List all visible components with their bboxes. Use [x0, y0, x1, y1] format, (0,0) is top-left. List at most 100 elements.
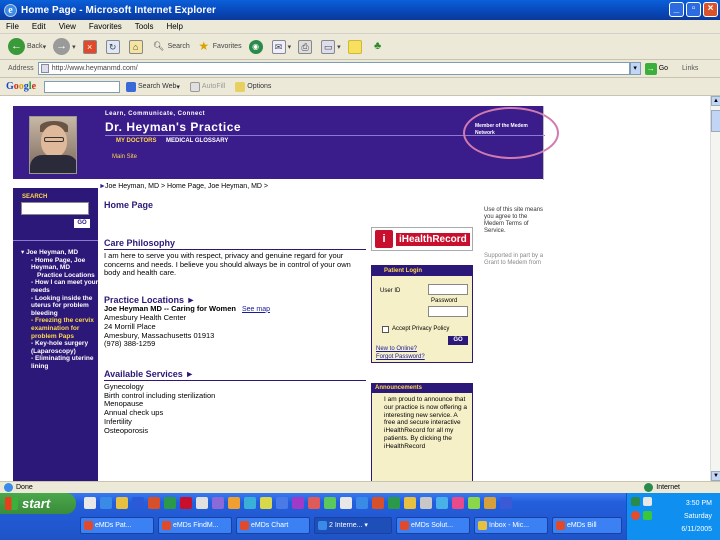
quicklaunch-word-icon[interactable]: [132, 497, 144, 509]
terms-of-service-text[interactable]: Use of this site means you agree to the …: [484, 207, 546, 235]
forgot-password-link[interactable]: Forgot Password?: [376, 354, 425, 360]
quicklaunch-app-icon[interactable]: [388, 497, 400, 509]
see-map-link[interactable]: See map: [242, 306, 270, 313]
ihealthrecord-banner[interactable]: i iHealthRecord: [371, 227, 473, 251]
sidebar-item-cervix[interactable]: - Freezing the cervix examination for pr…: [21, 317, 99, 340]
scroll-down-icon[interactable]: ▼: [711, 471, 720, 481]
google-logo[interactable]: Google: [6, 81, 36, 92]
quicklaunch-app-icon[interactable]: [292, 497, 304, 509]
scroll-up-icon[interactable]: ▲: [711, 96, 720, 106]
sidebar-item-practice-locations[interactable]: Practice Locations: [21, 272, 99, 280]
quicklaunch-excel-icon[interactable]: [164, 497, 176, 509]
quicklaunch-app-icon[interactable]: [452, 497, 464, 509]
taskbar-item-active[interactable]: 2 Interne... ▾: [314, 517, 392, 534]
quicklaunch-app-icon[interactable]: [356, 497, 368, 509]
quicklaunch-app-icon[interactable]: [228, 497, 240, 509]
quicklaunch-app-icon[interactable]: [484, 497, 496, 509]
edit-button[interactable]: ▭ ▾: [321, 39, 341, 54]
sidebar-item-laparoscopy[interactable]: - Key-hole surgery (Laparoscopy): [21, 340, 99, 355]
sidebar-item-uterine-lining[interactable]: - Eliminating uterine lining: [21, 355, 99, 370]
quicklaunch-outlook-icon[interactable]: [116, 497, 128, 509]
links-button[interactable]: Links: [682, 65, 698, 72]
quicklaunch-app-icon[interactable]: [212, 497, 224, 509]
maximize-button[interactable]: ▫: [686, 2, 701, 17]
password-input[interactable]: [428, 306, 468, 317]
menu-tools[interactable]: Tools: [135, 22, 154, 31]
nav-my-doctors[interactable]: MY DOCTORS: [116, 138, 156, 144]
taskbar-item[interactable]: eMDs Chart: [236, 517, 310, 534]
address-dropdown-button[interactable]: ▾: [629, 62, 641, 75]
menu-file[interactable]: File: [6, 22, 19, 31]
quicklaunch-app-icon[interactable]: [276, 497, 288, 509]
forward-button[interactable]: → ▾: [53, 38, 76, 55]
quicklaunch-desktop-icon[interactable]: [84, 497, 96, 509]
quicklaunch-app-icon[interactable]: [340, 497, 352, 509]
quicklaunch-app-icon[interactable]: [196, 497, 208, 509]
start-button[interactable]: start: [0, 493, 76, 514]
close-button[interactable]: ×: [703, 2, 718, 17]
quicklaunch-app-icon[interactable]: [148, 497, 160, 509]
site-search-input[interactable]: [21, 202, 89, 215]
quicklaunch-app-icon[interactable]: [468, 497, 480, 509]
print-button[interactable]: ⎙: [298, 39, 314, 54]
quicklaunch-app-icon[interactable]: [372, 497, 384, 509]
taskbar-item[interactable]: eMDs FindM...: [158, 517, 232, 534]
taskbar-item[interactable]: eMDs Bill: [552, 517, 622, 534]
go-button[interactable]: → Go: [644, 62, 668, 75]
tray-network-icon[interactable]: [631, 497, 640, 506]
scroll-thumb[interactable]: [711, 110, 720, 132]
taskbar-item[interactable]: Inbox - Mic...: [474, 517, 548, 534]
nav-medical-glossary[interactable]: MEDICAL GLOSSARY: [166, 138, 228, 144]
home-button[interactable]: ⌂: [128, 39, 145, 54]
menu-view[interactable]: View: [59, 22, 76, 31]
available-services-heading[interactable]: Available Services ►: [104, 369, 366, 381]
quicklaunch-app-icon[interactable]: [324, 497, 336, 509]
sidebar-item-uterus[interactable]: - Looking inside the uterus for problem …: [21, 295, 99, 318]
accept-privacy-checkbox[interactable]: [382, 326, 389, 333]
taskbar-clock[interactable]: 3:50 PM Saturday 6/11/2005: [681, 497, 712, 536]
menu-favorites[interactable]: Favorites: [89, 22, 122, 31]
main-site-link[interactable]: Main Site: [112, 154, 137, 160]
tray-security-icon[interactable]: [631, 511, 640, 520]
favorites-button[interactable]: ★ Favorites: [197, 40, 241, 54]
minimize-button[interactable]: _: [669, 2, 684, 17]
address-input[interactable]: http://www.heymanmd.com/: [37, 62, 630, 75]
notes-button[interactable]: [347, 39, 364, 54]
quicklaunch-app-icon[interactable]: [308, 497, 320, 509]
vertical-scrollbar[interactable]: ▲ ▼: [710, 96, 720, 481]
breadcrumb[interactable]: Joe Heyman, MD > Home Page, Joe Heyman, …: [105, 183, 268, 190]
login-go-button[interactable]: GO: [448, 336, 468, 345]
menu-help[interactable]: Help: [166, 22, 182, 31]
medem-member-badge[interactable]: Member of the Medem Network: [475, 123, 531, 137]
refresh-button[interactable]: ↻: [105, 39, 122, 54]
quicklaunch-app-icon[interactable]: [420, 497, 432, 509]
sidebar-item-home-page[interactable]: - Home Page, Joe Heyman, MD: [21, 257, 99, 272]
quicklaunch-app-icon[interactable]: [436, 497, 448, 509]
messenger-button[interactable]: ♣: [371, 40, 387, 54]
menu-edit[interactable]: Edit: [32, 22, 46, 31]
google-search-web-button[interactable]: Search Web ▾: [126, 81, 180, 92]
google-search-input[interactable]: [44, 80, 121, 93]
search-button[interactable]: 🔍︎ Search: [152, 40, 190, 54]
userid-input[interactable]: [428, 284, 468, 295]
quicklaunch-app-icon[interactable]: [260, 497, 272, 509]
tray-app-icon[interactable]: [643, 511, 652, 520]
quicklaunch-app-icon[interactable]: [404, 497, 416, 509]
tray-volume-icon[interactable]: [643, 497, 652, 506]
taskbar-item[interactable]: eMDs Solut...: [396, 517, 470, 534]
taskbar-item[interactable]: eMDs Pat...: [80, 517, 154, 534]
mail-button[interactable]: ✉ ▾: [271, 39, 291, 54]
quicklaunch-app-icon[interactable]: [244, 497, 256, 509]
sidebar-item-joe-heyman[interactable]: ▾ Joe Heyman, MD: [21, 249, 99, 257]
quicklaunch-ie-icon[interactable]: [100, 497, 112, 509]
quicklaunch-acrobat-icon[interactable]: [180, 497, 192, 509]
google-autofill-button[interactable]: AutoFill: [189, 81, 225, 92]
media-button[interactable]: ◉: [248, 39, 265, 54]
new-to-online-link[interactable]: New to Online?: [376, 346, 417, 352]
back-button[interactable]: ← Back ▾: [8, 38, 46, 55]
stop-button[interactable]: ×: [82, 39, 99, 54]
site-search-go-button[interactable]: GO: [74, 219, 90, 228]
quicklaunch-app-icon[interactable]: [500, 497, 512, 509]
sidebar-item-meet-needs[interactable]: - How I can meet your needs: [21, 279, 99, 294]
google-options-button[interactable]: Options: [235, 81, 271, 92]
